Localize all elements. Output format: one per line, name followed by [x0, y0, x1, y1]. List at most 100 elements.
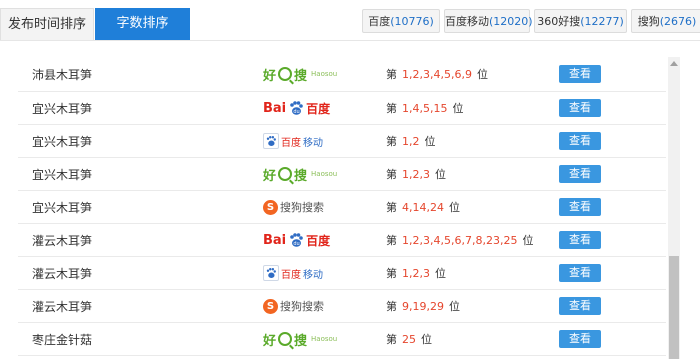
rank-prefix: 第	[386, 234, 397, 247]
engine-filter-baidu[interactable]: 百度(10776)	[362, 9, 440, 33]
scroll-up-arrow-icon[interactable]	[670, 61, 678, 66]
rank-prefix: 第	[386, 102, 397, 115]
rank-prefix: 第	[386, 201, 397, 214]
table-row: 宜兴木耳笋 好 搜 Haosou 第 1,2,3 位 查看	[18, 158, 666, 191]
keyword-text: 枣庄金针菇	[32, 332, 93, 347]
view-button[interactable]: 查看	[559, 99, 601, 117]
logo-text: 百度	[306, 101, 331, 116]
engine-count: (12277)	[580, 15, 624, 28]
logo-text: 百度	[306, 233, 331, 248]
sogou-s-icon: S	[263, 199, 278, 215]
view-button[interactable]: 查看	[559, 231, 601, 249]
rank-positions: 1,2,3,4,5,6,9	[402, 67, 472, 81]
view-button[interactable]: 查看	[559, 330, 601, 348]
logo-text: 搜	[294, 333, 308, 349]
rank-suffix: 位	[476, 68, 488, 81]
view-button[interactable]: 查看	[559, 297, 601, 315]
rank-text: 第 1,2,3 位	[386, 158, 446, 190]
table-row: 宜兴木耳笋 S 搜狗搜索 第 4,14,24 位 查看	[18, 191, 666, 224]
rank-prefix: 第	[386, 300, 397, 313]
rank-suffix: 位	[449, 300, 460, 313]
rank-positions: 1,2,3	[402, 266, 430, 280]
engine-name: 百度	[368, 15, 391, 28]
magnifier-icon	[278, 167, 293, 181]
rank-suffix: 位	[421, 333, 432, 346]
rank-suffix: 位	[435, 168, 446, 181]
sogou-s-icon: S	[263, 298, 278, 314]
rank-prefix: 第	[386, 267, 397, 280]
keyword-text: 宜兴木耳笋	[32, 200, 93, 215]
rank-suffix: 位	[435, 267, 446, 280]
logo-text: 百度	[281, 269, 301, 281]
engine-filter-360-haosou[interactable]: 360好搜(12277)	[534, 9, 627, 33]
tab-sort-by-word-count[interactable]: 字数排序	[95, 8, 190, 40]
logo-text: 移动	[303, 269, 323, 281]
baidu-mobile-paw-icon	[263, 133, 279, 149]
rank-positions: 1,2,3	[402, 167, 430, 181]
view-button[interactable]: 查看	[559, 65, 601, 83]
engine-name: 百度移动	[445, 15, 489, 28]
scrollbar-thumb[interactable]	[669, 256, 679, 359]
haosou-logo-icon: 好 搜 Haosou	[263, 164, 337, 184]
engine-count: (12020)	[489, 15, 533, 28]
table-row: 灌云木耳笋 S 搜狗搜索 第 9,19,29 位 查看	[18, 290, 666, 323]
logo-text: 搜	[294, 168, 308, 184]
logo-text: 百度	[281, 137, 301, 149]
rank-text: 第 1,2,3,4,5,6,7,8,23,25 位	[386, 224, 533, 256]
baidu-logo-icon: Bai du 百度	[263, 98, 330, 118]
keyword-text: 灌云木耳笋	[32, 233, 93, 248]
rank-positions: 1,4,5,15	[402, 101, 448, 115]
engine-filter-sogou[interactable]: 搜狗(2676)	[631, 9, 700, 33]
rank-positions: 1,2,3,4,5,6,7,8,23,25	[402, 233, 518, 247]
rank-positions: 4,14,24	[402, 200, 444, 214]
view-button[interactable]: 查看	[559, 198, 601, 216]
view-button[interactable]: 查看	[559, 165, 601, 183]
logo-text: Haosou	[311, 70, 338, 78]
logo-text: 搜狗搜索	[280, 300, 324, 313]
sogou-logo-icon: S 搜狗搜索	[263, 296, 324, 316]
rank-text: 第 1,4,5,15 位	[386, 92, 463, 124]
view-button[interactable]: 查看	[559, 264, 601, 282]
logo-text: 好	[263, 168, 277, 184]
rank-suffix: 位	[424, 135, 436, 148]
scrollbar[interactable]	[668, 57, 680, 359]
rank-text: 第 9,19,29 位	[386, 290, 460, 322]
engine-filter-baidu-mobile[interactable]: 百度移动(12020)	[444, 9, 533, 33]
svg-text:du: du	[293, 241, 299, 247]
rank-positions: 9,19,29	[402, 299, 444, 313]
table-row: 沛县木耳笋 好 搜 Haosou 第 1,2,3,4,5,6,9 位 查看	[18, 57, 666, 92]
rank-text: 第 1,2,3 位	[386, 257, 446, 289]
logo-text: 搜狗搜索	[280, 201, 324, 214]
rank-positions: 1,2	[402, 134, 420, 148]
logo-text: Haosou	[311, 170, 338, 178]
rank-text: 第 25 位	[386, 323, 432, 355]
rank-prefix: 第	[386, 168, 397, 181]
table-row: 宜兴木耳笋 百度 移动 第 1,2 位 查看	[18, 125, 666, 158]
magnifier-icon	[278, 67, 293, 81]
logo-text: Haosou	[311, 335, 338, 343]
rank-suffix: 位	[449, 201, 460, 214]
tab-sort-by-publish-time[interactable]: 发布时间排序	[0, 8, 94, 40]
keyword-text: 宜兴木耳笋	[32, 134, 93, 149]
keyword-text: 宜兴木耳笋	[32, 101, 93, 116]
logo-text: 好	[263, 333, 277, 349]
rank-prefix: 第	[386, 135, 397, 148]
engine-count: (10776)	[390, 15, 434, 28]
rank-suffix: 位	[522, 234, 534, 247]
table-row: 枣庄金针菇 好 搜 Haosou 第 25 位 查看	[18, 323, 666, 356]
engine-count: (2676)	[659, 15, 697, 28]
table-row: 灌云木耳笋 百度 移动 第 1,2,3 位 查看	[18, 257, 666, 290]
view-button[interactable]: 查看	[559, 132, 601, 150]
baidu-mobile-logo-icon: 百度 移动	[263, 263, 323, 283]
logo-text: 搜	[294, 68, 308, 84]
baidu-logo-icon: Bai du 百度	[263, 230, 330, 250]
ranking-list: 沛县木耳笋好搜 Haosou 第 1,2,3,4,5,6,9 位查看 宜兴木耳笋 Bai du…	[18, 57, 666, 359]
logo-text: 移动	[303, 137, 323, 149]
rank-prefix: 第	[386, 68, 397, 81]
engine-name: 360好搜	[537, 15, 581, 28]
rank-text: 第 1,2,3,4,5,6,9 位	[386, 57, 488, 91]
keyword-text: 灌云木耳笋	[32, 299, 93, 314]
keyword-text: 宜兴木耳笋	[32, 167, 93, 182]
svg-text:du: du	[293, 109, 299, 115]
table-row: 灌云木耳笋 Bai du 百度 第 1,2,3,4,5,6,7,8,23,25 位 查看	[18, 224, 666, 257]
